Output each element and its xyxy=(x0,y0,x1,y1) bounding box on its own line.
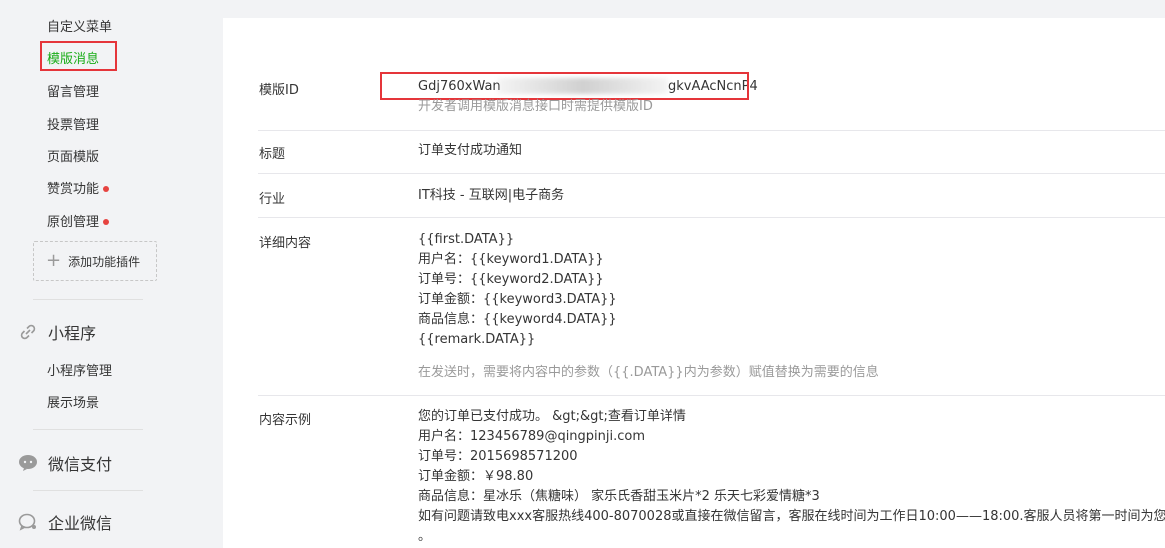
content-label: 详细内容 xyxy=(259,236,312,251)
enterprise-chat-icon xyxy=(18,512,38,532)
new-badge-dot xyxy=(103,185,110,192)
content-line: 商品信息：{{keyword4.DATA}} xyxy=(418,312,617,327)
example-line: 商品信息：星冰乐（焦糖味） 家乐氏香甜玉米片*2 乐天七彩爱情糖*3 xyxy=(418,489,820,504)
new-badge-dot xyxy=(103,218,110,225)
section-title-label: 微信支付 xyxy=(48,455,113,474)
example-line: 订单金额：￥98.80 xyxy=(418,469,534,484)
example-line: 订单号：2015698571200 xyxy=(418,449,578,464)
sidebar-item-label: 原创管理 xyxy=(47,215,100,230)
example-line: 如有问题请致电xxx客服热线400-8070028或直接在微信留言，客服在线时间… xyxy=(418,509,1165,524)
content-line: 用户名：{{keyword1.DATA}} xyxy=(418,252,604,267)
highlight-annotation-box xyxy=(380,72,749,100)
title-label: 标题 xyxy=(259,147,286,162)
sidebar-item-original[interactable]: 原创管理 xyxy=(47,211,110,230)
industry-label: 行业 xyxy=(259,192,286,207)
content-line: 订单号：{{keyword2.DATA}} xyxy=(418,272,604,287)
content-line: {{first.DATA}} xyxy=(418,232,515,247)
sidebar-item-vote-manage[interactable]: 投票管理 xyxy=(47,114,99,133)
example-line: 。 xyxy=(418,529,432,544)
detail-row-title xyxy=(258,130,1165,174)
sidebar-item-reward[interactable]: 赞赏功能 xyxy=(47,178,110,197)
sidebar: 自定义菜单 模版消息 留言管理 投票管理 页面模版 赞赏功能 原创管理 + 添加… xyxy=(0,0,210,548)
section-enterprise-wechat[interactable]: 企业微信 xyxy=(18,510,112,534)
sidebar-item-custom-menu[interactable]: 自定义菜单 xyxy=(47,16,112,35)
add-plugin-button[interactable]: + 添加功能插件 xyxy=(33,241,157,281)
link-icon xyxy=(18,322,38,342)
sidebar-divider xyxy=(33,490,143,491)
content-lines: {{first.DATA}} 用户名：{{keyword1.DATA}} 订单号… xyxy=(418,230,617,350)
section-wechat-pay[interactable]: 微信支付 xyxy=(18,451,112,475)
template-id-label: 模版ID xyxy=(259,83,299,98)
example-lines: 您的订单已支付成功。 &gt;&gt;查看订单详情 用户名：123456789@… xyxy=(418,407,1165,547)
wechat-pay-icon xyxy=(18,453,38,473)
plus-icon: + xyxy=(46,250,62,271)
example-line: 您的订单已支付成功。 &gt;&gt;查看订单详情 xyxy=(418,409,686,424)
sidebar-item-mini-program-manage[interactable]: 小程序管理 xyxy=(47,360,112,379)
sidebar-item-display-scene[interactable]: 展示场景 xyxy=(47,392,99,411)
sidebar-item-page-template[interactable]: 页面模版 xyxy=(47,146,99,165)
industry-value: IT科技 - 互联网|电子商务 xyxy=(418,188,565,203)
sidebar-divider xyxy=(33,429,143,430)
add-plugin-label: 添加功能插件 xyxy=(68,254,141,269)
section-mini-program[interactable]: 小程序 xyxy=(18,320,96,344)
section-title-label: 企业微信 xyxy=(48,514,113,533)
template-id-hint: 开发者调用模版消息接口时需提供模版ID xyxy=(418,99,653,114)
title-value: 订单支付成功通知 xyxy=(418,143,523,158)
content-line: 订单金额：{{keyword3.DATA}} xyxy=(418,292,617,307)
section-title-label: 小程序 xyxy=(48,324,97,343)
example-label: 内容示例 xyxy=(259,413,312,428)
sidebar-divider xyxy=(33,299,143,300)
content-line: {{remark.DATA}} xyxy=(418,332,536,347)
detail-row-industry xyxy=(258,173,1165,218)
sidebar-item-template-message[interactable]: 模版消息 xyxy=(47,48,99,67)
sidebar-item-label: 赞赏功能 xyxy=(47,182,100,197)
content-hint: 在发送时，需要将内容中的参数（{{.DATA}}内为参数）赋值替换为需要的信息 xyxy=(418,365,879,380)
example-line: 用户名：123456789@qingpinji.com xyxy=(418,429,646,444)
sidebar-item-comment-manage[interactable]: 留言管理 xyxy=(47,81,99,100)
